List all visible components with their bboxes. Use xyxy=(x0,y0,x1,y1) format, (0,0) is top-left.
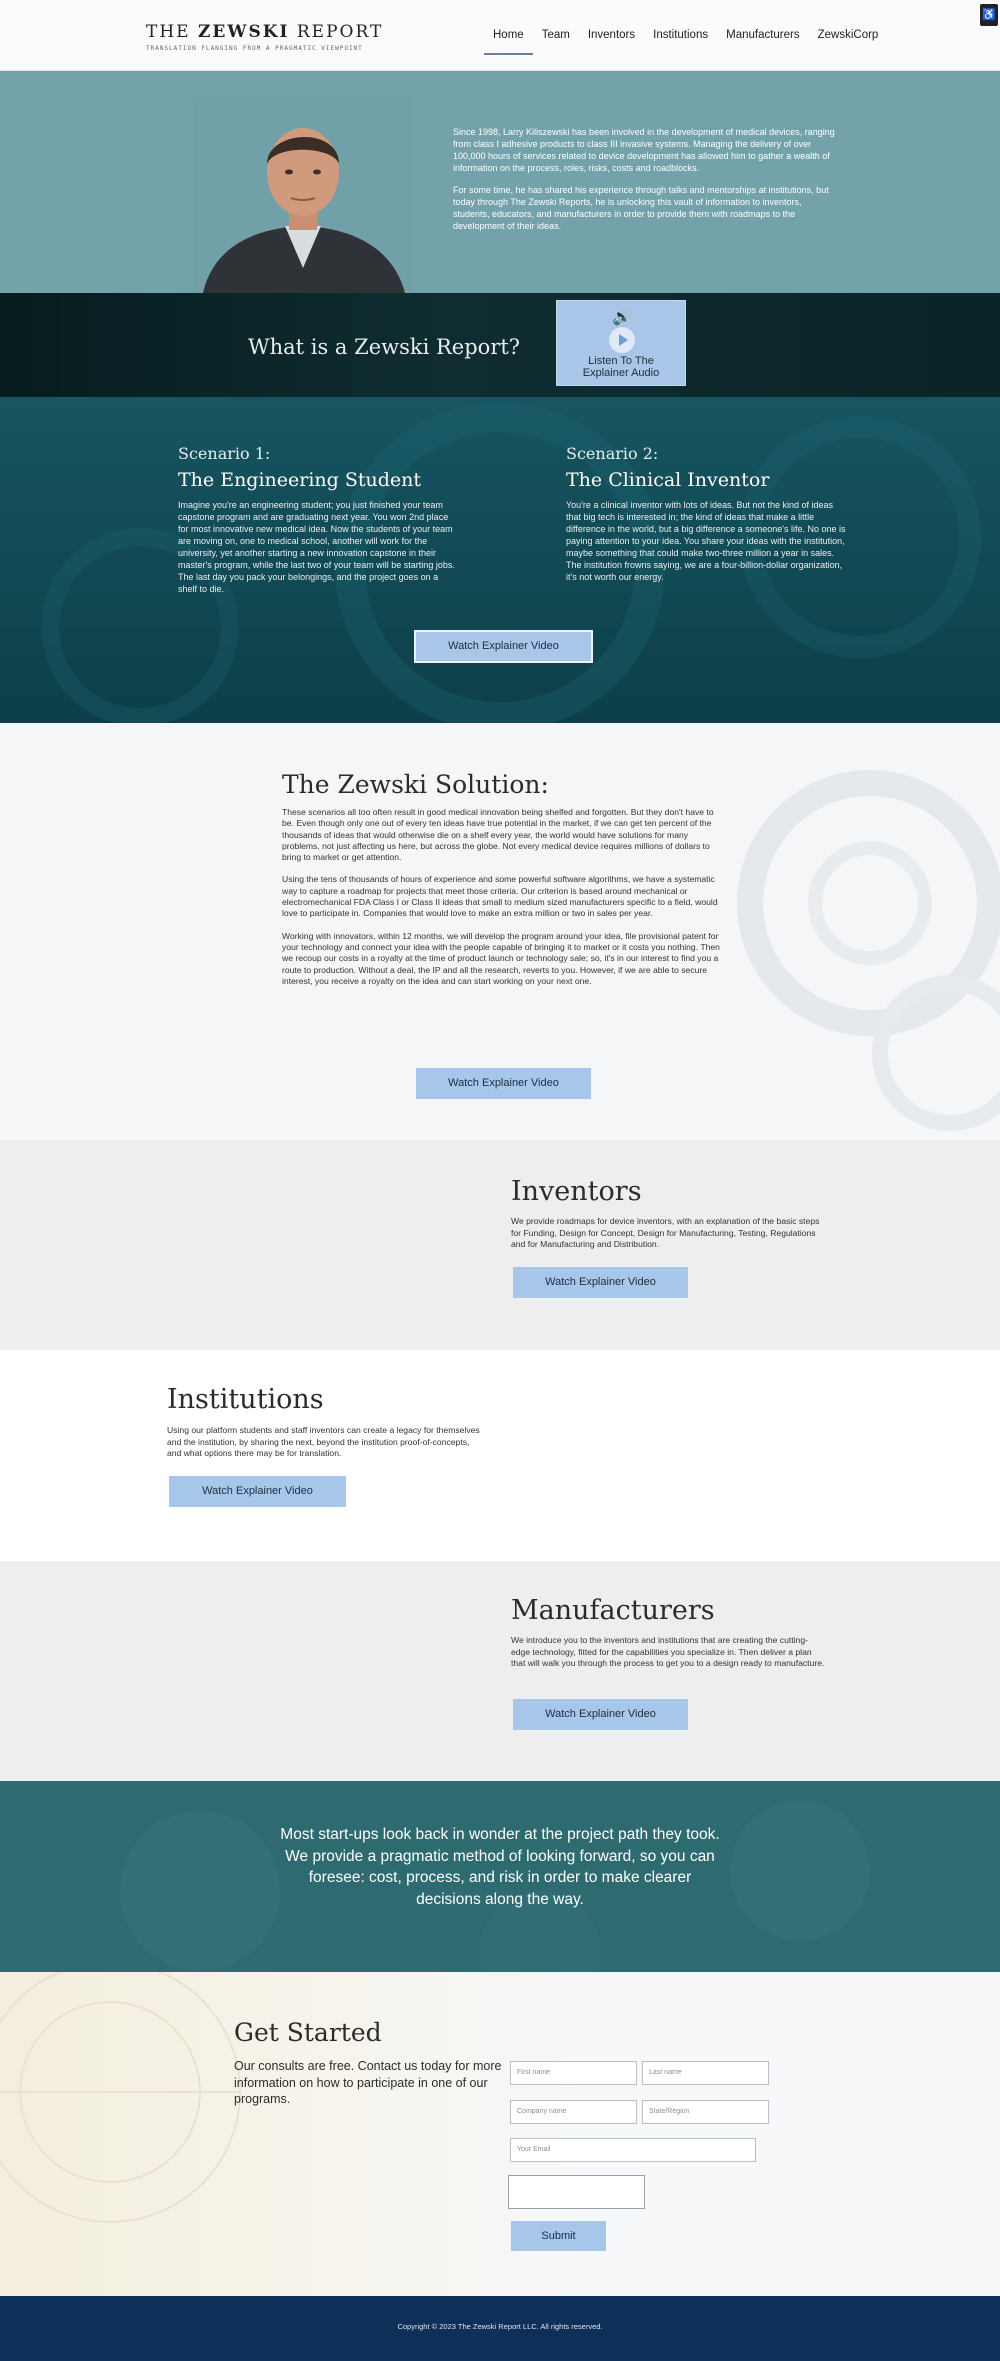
solution-paragraph: These scenarios all too often result in … xyxy=(282,807,714,863)
scenario-kicker: Scenario 2: xyxy=(566,444,659,463)
inventors-body: We provide roadmaps for device inventors… xyxy=(511,1216,820,1249)
whatis-title: What is a Zewski Report? xyxy=(248,335,521,359)
message-field[interactable] xyxy=(508,2175,645,2209)
scenario-kicker: Scenario 1: xyxy=(178,444,271,463)
bio-section: Since 1998, Larry Kiliszewski has been i… xyxy=(0,71,1000,293)
institutions-title: Institutions xyxy=(167,1384,324,1415)
explainer-audio-button[interactable]: 🔊 Listen To The Explainer Audio xyxy=(556,300,686,386)
solution-body: These scenarios all too often result in … xyxy=(282,807,724,998)
manufacturers-section: Manufacturers We introduce you to the in… xyxy=(0,1561,1000,1781)
solution-title: The Zewski Solution: xyxy=(282,770,549,799)
scenario-2: Scenario 2: The Clinical Inventor You're… xyxy=(566,444,846,583)
quote-section: Most start-ups look back in wonder at th… xyxy=(0,1781,1000,1972)
logo-text-bold: ZEWSKI xyxy=(197,22,290,42)
solution-paragraph: Using the tens of thousands of hours of … xyxy=(282,874,718,919)
inventors-section: Inventors We provide roadmaps for device… xyxy=(0,1140,1000,1350)
solution-section: The Zewski Solution: These scenarios all… xyxy=(0,723,1000,1140)
institutions-section: Institutions Using our platform students… xyxy=(0,1350,1000,1561)
scenario-title: The Clinical Inventor xyxy=(566,469,770,491)
watch-video-button[interactable]: Watch Explainer Video xyxy=(414,630,593,663)
audio-label-line-1: Listen To The xyxy=(588,355,654,367)
bio-paragraph: Since 1998, Larry Kiliszewski has been i… xyxy=(453,127,835,173)
copyright-text: Copyright © 2023 The Zewski Report LLC. … xyxy=(397,2322,603,2331)
site-footer: Copyright © 2023 The Zewski Report LLC. … xyxy=(0,2296,1000,2361)
bio-paragraph: For some time, he has shared his experie… xyxy=(453,185,829,231)
email-field[interactable]: Your Email xyxy=(510,2138,756,2162)
get-started-title: Get Started xyxy=(234,2018,382,2047)
accessibility-icon[interactable]: ♿ xyxy=(980,4,998,26)
solution-paragraph: Working with innovators, within 12 month… xyxy=(282,930,720,986)
site-logo[interactable]: THE ZEWSKI REPORT TRANSLATION FLANGING F… xyxy=(146,22,383,52)
scenarios-section: Scenario 1: The Engineering Student Imag… xyxy=(0,397,1000,723)
first-name-field[interactable]: First name xyxy=(510,2061,637,2085)
inventors-title: Inventors xyxy=(511,1176,642,1207)
nav-inventors[interactable]: Inventors xyxy=(579,29,644,41)
company-name-field[interactable]: Company name xyxy=(510,2100,637,2124)
nav-zewskicorp[interactable]: ZewskiCorp xyxy=(809,29,888,41)
watch-video-button[interactable]: Watch Explainer Video xyxy=(513,1267,688,1298)
submit-button[interactable]: Submit xyxy=(511,2221,606,2251)
watch-video-button[interactable]: Watch Explainer Video xyxy=(416,1068,591,1099)
quote-text: Most start-ups look back in wonder at th… xyxy=(280,1826,720,1908)
audio-label: Listen To The Explainer Audio xyxy=(557,355,685,379)
watch-video-button[interactable]: Watch Explainer Video xyxy=(169,1476,346,1507)
scenario-body: You're a clinical inventor with lots of … xyxy=(566,500,846,582)
main-nav: Home Team Inventors Institutions Manufac… xyxy=(484,29,888,55)
state-region-field[interactable]: State/Region xyxy=(642,2100,769,2124)
nav-home[interactable]: Home xyxy=(484,29,533,55)
audio-label-line-2: Explainer Audio xyxy=(582,367,660,379)
last-name-field[interactable]: Last name xyxy=(642,2061,769,2085)
play-icon[interactable] xyxy=(609,327,635,353)
speaker-icon: 🔊 xyxy=(612,309,632,326)
get-started-body: Our consults are free. Contact us today … xyxy=(234,2059,502,2106)
bio-text: Since 1998, Larry Kiliszewski has been i… xyxy=(453,126,840,242)
whatis-banner: What is a Zewski Report? 🔊 Listen To The… xyxy=(0,293,1000,397)
scenario-title: The Engineering Student xyxy=(178,469,422,491)
institutions-body: Using our platform students and staff in… xyxy=(167,1425,480,1458)
logo-text-left: THE xyxy=(146,22,198,42)
nav-manufacturers[interactable]: Manufacturers xyxy=(717,29,809,41)
scenario-body: Imagine you're an engineering student; y… xyxy=(178,500,455,594)
logo-text-right: REPORT xyxy=(289,22,384,42)
scenario-1: Scenario 1: The Engineering Student Imag… xyxy=(178,444,458,595)
nav-team[interactable]: Team xyxy=(533,29,579,41)
watch-video-button[interactable]: Watch Explainer Video xyxy=(513,1699,688,1730)
manufacturers-title: Manufacturers xyxy=(511,1595,715,1626)
nav-institutions[interactable]: Institutions xyxy=(644,29,717,41)
founder-portrait xyxy=(193,98,412,293)
background-pattern xyxy=(41,402,981,723)
logo-tagline: TRANSLATION FLANGING FROM A PRAGMATIC VI… xyxy=(146,45,363,52)
manufacturers-body: We introduce you to the inventors and in… xyxy=(511,1635,825,1668)
globe-background xyxy=(0,1972,241,2223)
site-header: THE ZEWSKI REPORT TRANSLATION FLANGING F… xyxy=(0,0,1000,71)
get-started-section: Get Started Our consults are free. Conta… xyxy=(0,1972,1000,2296)
